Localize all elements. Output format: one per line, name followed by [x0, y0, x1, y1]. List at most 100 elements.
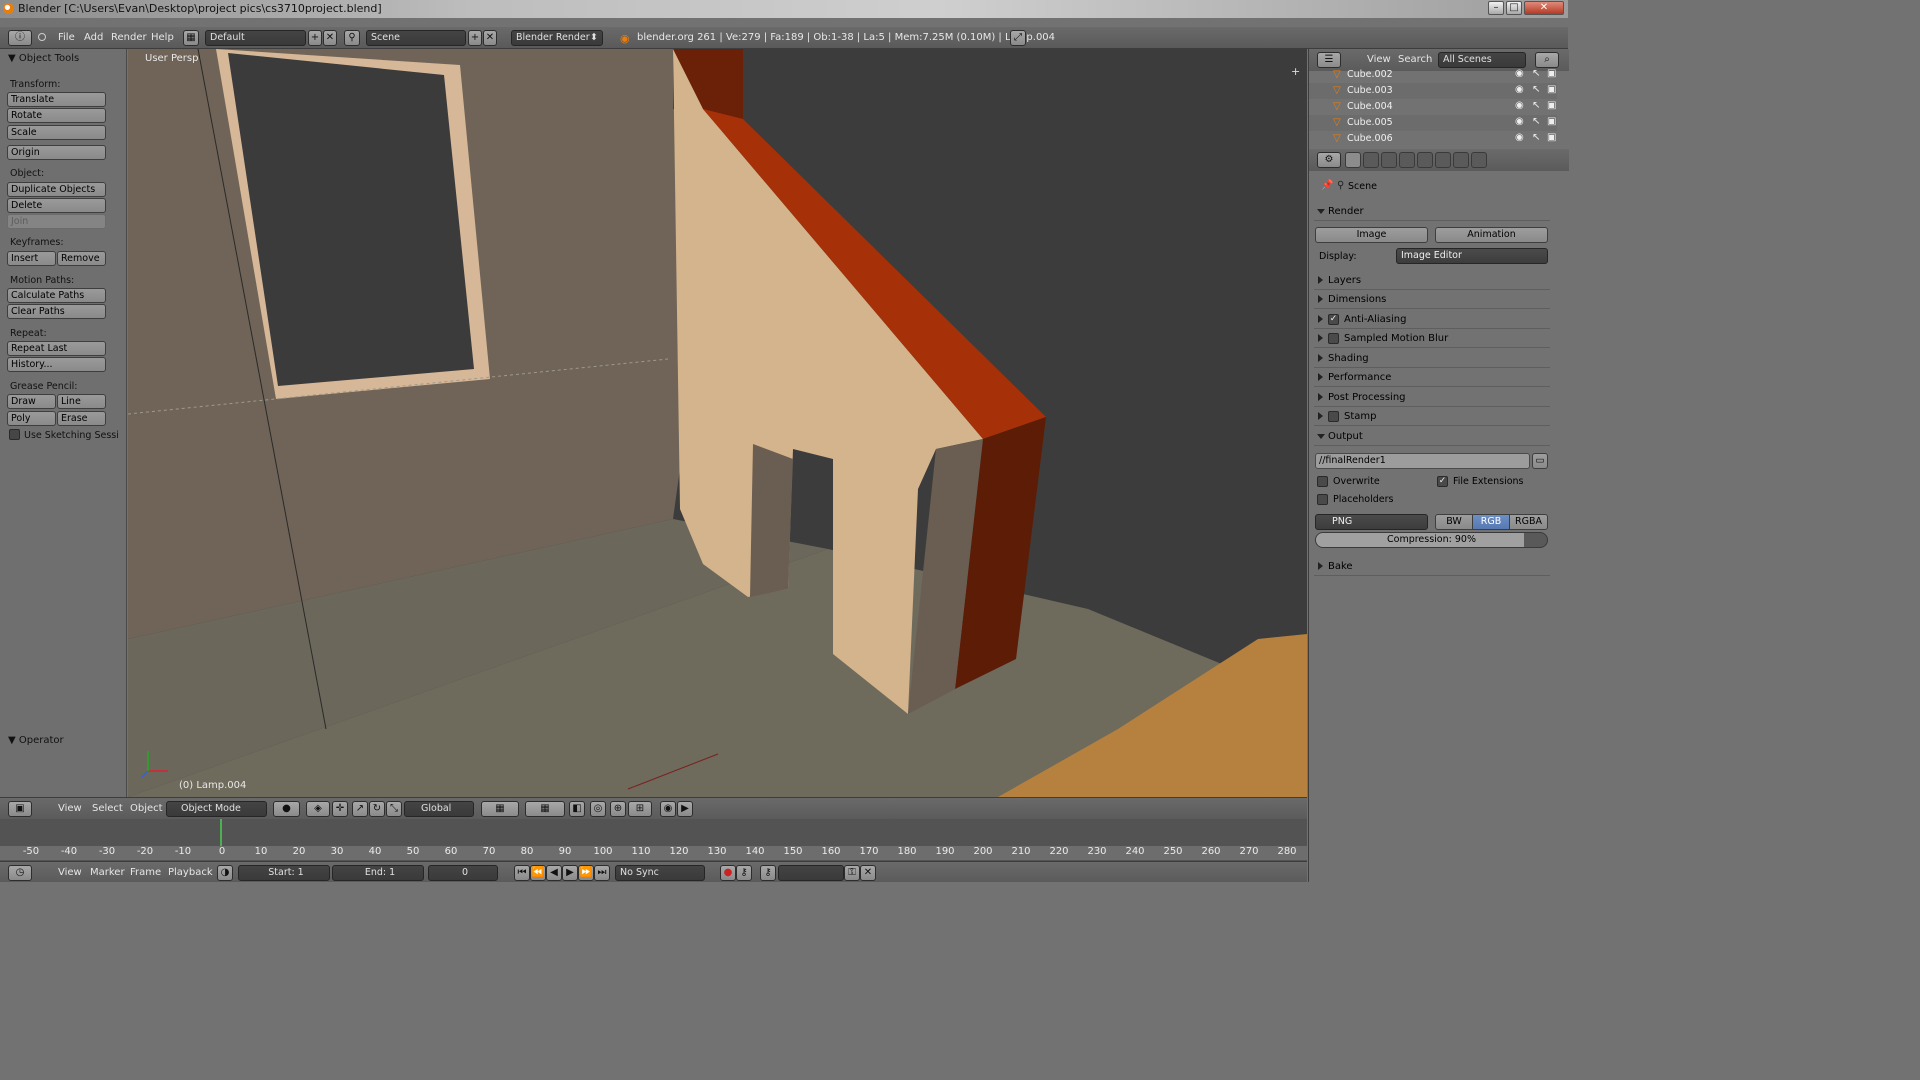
output-panel-header[interactable]: Output [1314, 427, 1550, 446]
select-cursor-icon[interactable]: ↖ [1532, 100, 1540, 111]
start-frame-field[interactable]: Start: 1 [238, 865, 330, 881]
sketching-checkbox[interactable] [9, 429, 20, 440]
draw-button[interactable]: Draw [7, 394, 56, 409]
render-animation-button[interactable]: Animation [1435, 227, 1548, 243]
menu-view[interactable]: View [58, 867, 82, 878]
render-image-button[interactable]: Image [1315, 227, 1428, 243]
color-bw-button[interactable]: BW [1435, 514, 1473, 530]
select-cursor-icon[interactable]: ↖ [1532, 116, 1540, 127]
display-mode-dropdown[interactable]: All Scenes [1438, 52, 1526, 68]
record-icon[interactable]: ● [720, 865, 736, 881]
join-button[interactable]: Join [7, 214, 106, 229]
next-keyframe-icon[interactable]: ⏩ [578, 865, 594, 881]
editor-type-icon[interactable]: ◷ [8, 865, 32, 881]
play-reverse-icon[interactable]: ◀ [546, 865, 562, 881]
select-cursor-icon[interactable]: ↖ [1532, 84, 1540, 95]
display-dropdown[interactable]: Image Editor [1396, 248, 1548, 264]
tab-constraints-icon[interactable] [1417, 152, 1433, 168]
output-path-field[interactable]: //finalRender1 [1315, 453, 1530, 469]
editor-type-icon[interactable]: ⓘ [8, 30, 32, 46]
poly-button[interactable]: Poly [7, 411, 56, 426]
clear-paths-button[interactable]: Clear Paths [7, 304, 106, 319]
visibility-eye-icon[interactable]: ◉ [1515, 116, 1524, 127]
erase-button[interactable]: Erase [57, 411, 106, 426]
layers-grid-2-icon[interactable]: ▦ [525, 801, 565, 817]
scale-manipulator-icon[interactable]: ⤡ [386, 801, 402, 817]
render-engine-dropdown[interactable]: Blender Render ⬍ [511, 30, 603, 46]
dimensions-panel-header[interactable]: Dimensions [1314, 290, 1550, 309]
manipulator-toggle-icon[interactable]: ✛ [332, 801, 348, 817]
editor-type-icon[interactable]: ⚙ [1317, 152, 1341, 168]
list-item[interactable]: ▽ Cube.004 ◉ ↖ ▣ [1309, 99, 1557, 115]
screen-layout-field[interactable]: Default [205, 30, 306, 46]
menu-help[interactable]: Help [151, 32, 174, 43]
operator-header[interactable]: ▼ Operator [8, 735, 64, 746]
anti-aliasing-panel-header[interactable]: ✓ Anti-Aliasing [1314, 310, 1550, 329]
sync-dropdown[interactable]: No Sync [615, 865, 705, 881]
tab-material-icon[interactable] [1471, 152, 1487, 168]
menu-add[interactable]: Add [84, 32, 103, 43]
render-panel-header[interactable]: Render [1314, 202, 1550, 221]
select-cursor-icon[interactable]: ↖ [1532, 68, 1540, 79]
list-item[interactable]: ▽ Cube.006 ◉ ↖ ▣ [1309, 131, 1557, 147]
repeat-last-button[interactable]: Repeat Last [7, 341, 106, 356]
tab-render-icon[interactable] [1345, 152, 1361, 168]
add-layout-icon[interactable]: + [308, 30, 322, 46]
motion-blur-checkbox[interactable] [1328, 333, 1339, 344]
3d-viewport[interactable]: User Persp (0) Lamp.004 + [128, 49, 1307, 797]
remove-keyframe-button[interactable]: Remove [57, 251, 106, 266]
close-button[interactable]: ✕ [1524, 1, 1564, 15]
screen-layout-icon[interactable]: ▦ [183, 30, 199, 46]
delete-key-icon[interactable]: ✕ [860, 865, 876, 881]
folder-browse-icon[interactable]: ▭ [1532, 453, 1548, 469]
keying-set-icon-2[interactable]: ⚷ [760, 865, 776, 881]
overwrite-checkbox[interactable] [1317, 476, 1328, 487]
stamp-panel-header[interactable]: Stamp [1314, 407, 1550, 426]
keying-set-field[interactable] [778, 865, 844, 881]
duplicate-objects-button[interactable]: Duplicate Objects [7, 182, 106, 197]
file-format-dropdown[interactable]: PNG [1315, 514, 1428, 530]
menu-view[interactable]: View [58, 803, 82, 814]
current-frame-marker[interactable] [220, 819, 222, 846]
color-rgb-button[interactable]: RGB [1472, 514, 1510, 530]
editor-type-icon[interactable]: ▣ [8, 801, 32, 817]
list-item[interactable]: ▽ Cube.002 ◉ ↖ ▣ [1309, 67, 1557, 83]
menu-object[interactable]: Object [130, 803, 163, 814]
jump-end-icon[interactable]: ⏭ [594, 865, 610, 881]
search-icon[interactable]: ⌕ [1535, 52, 1559, 68]
fullscreen-icon[interactable]: ⤢ [1010, 30, 1026, 46]
motion-blur-panel-header[interactable]: Sampled Motion Blur [1314, 329, 1550, 348]
anti-aliasing-checkbox[interactable]: ✓ [1328, 314, 1339, 325]
color-rgba-button[interactable]: RGBA [1509, 514, 1548, 530]
render-camera-icon[interactable]: ▣ [1547, 84, 1556, 95]
remove-layout-icon[interactable]: ✕ [323, 30, 337, 46]
render-camera-icon[interactable]: ▣ [1547, 100, 1556, 111]
placeholders-checkbox[interactable] [1317, 494, 1328, 505]
render-camera-icon[interactable]: ▣ [1547, 68, 1556, 79]
pin-icon[interactable]: 📌 [1321, 180, 1333, 191]
render-opengl-icon[interactable]: ◉ [660, 801, 676, 817]
object-tools-header[interactable]: ▼ Object Tools [8, 53, 79, 64]
shading-panel-header[interactable]: Shading [1314, 349, 1550, 368]
render-camera-icon[interactable]: ▣ [1547, 116, 1556, 127]
current-frame-field[interactable]: 0 [428, 865, 498, 881]
scene-field[interactable]: Scene [366, 30, 466, 46]
menu-search[interactable]: Search [1398, 54, 1432, 65]
translate-manipulator-icon[interactable]: ↗ [352, 801, 368, 817]
compression-slider[interactable]: Compression: 90% [1315, 532, 1548, 548]
snap-element-icon[interactable]: ⊞ [628, 801, 652, 817]
prev-keyframe-icon[interactable]: ⏪ [530, 865, 546, 881]
translate-button[interactable]: Translate [7, 92, 106, 107]
timeline[interactable]: -50 -40 -30 -20 -10 0 10 20 30 40 50 60 … [0, 819, 1307, 861]
tab-world-icon[interactable] [1381, 152, 1397, 168]
menu-view[interactable]: View [1367, 54, 1391, 65]
history-button[interactable]: History... [7, 357, 106, 372]
menu-playback[interactable]: Playback [168, 867, 213, 878]
end-frame-field[interactable]: End: 1 [332, 865, 424, 881]
collapse-menu-icon[interactable] [38, 33, 46, 41]
visibility-eye-icon[interactable]: ◉ [1515, 68, 1524, 79]
jump-start-icon[interactable]: ⏮ [514, 865, 530, 881]
rotate-manipulator-icon[interactable]: ↻ [369, 801, 385, 817]
scene-icon[interactable]: ⚲ [344, 30, 360, 46]
performance-panel-header[interactable]: Performance [1314, 368, 1550, 387]
